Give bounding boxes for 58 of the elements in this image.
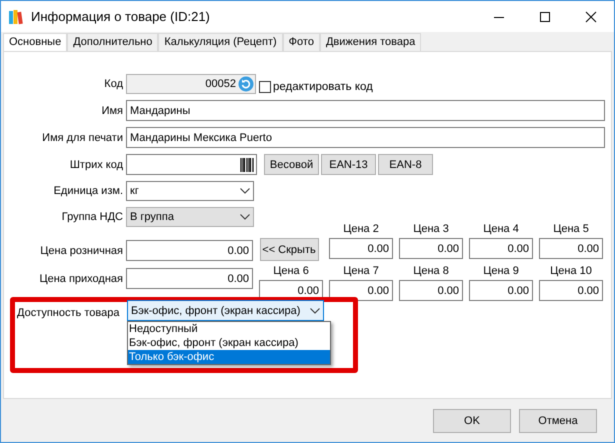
field-label: Цена розничная [39,244,124,256]
price-label: Цена 10 [550,264,592,279]
price-label: Цена 8 [413,264,449,279]
books-icon [8,8,24,24]
checkbox-label: редактировать код [273,80,373,92]
price-label: Цена 9 [483,264,519,279]
print-name-field[interactable]: Мандарины Мексика Puerto [126,127,605,148]
dropdown-option[interactable]: Только бэк-офис [128,350,330,364]
price-field[interactable]: 0.00 [399,238,463,259]
retail-price-field[interactable]: 0.00 [126,240,253,261]
price-label: Цена 5 [553,222,589,237]
price-field[interactable]: 0.00 [329,238,393,259]
barcode-icon [240,156,254,172]
price-label: Цена 2 [343,222,379,237]
chevron-icon [240,214,250,220]
chevron-icon [310,308,320,314]
barcode-type-button[interactable]: Весовой [264,154,319,175]
price-field[interactable]: 0.00 [469,280,533,301]
code-field[interactable]: 00052 [126,74,256,94]
field-label: Доступность товара [17,307,120,321]
field-label: Имя [100,104,124,116]
field-label: Код [103,78,124,90]
barcode-field[interactable] [126,154,257,175]
price-label: Цена 4 [483,222,519,237]
barcode-type-button[interactable]: EAN-8 [378,154,433,175]
price-field[interactable]: 0.00 [469,238,533,259]
purchase-price-field[interactable]: 0.00 [126,268,253,289]
name-field[interactable]: Мандарины [126,100,605,121]
availability-dropdown[interactable]: Бэк-офис, фронт (экран кассира) [127,300,324,321]
vat-group-dropdown[interactable]: В группа [126,207,254,227]
price-field[interactable]: 0.00 [539,238,603,259]
price-field[interactable]: 0.00 [539,280,603,301]
tab[interactable]: Движения товара [320,33,422,51]
cancel-button[interactable]: Отмена [519,408,597,432]
price-label: Цена 3 [413,222,449,237]
tab[interactable]: Основные [3,33,68,51]
barcode-type-button[interactable]: EAN-13 [321,154,376,175]
field-label: Цена приходная [38,272,124,284]
dropdown-option[interactable]: Недоступный [128,322,330,336]
checkbox[interactable] [259,80,271,92]
price-label: Цена 7 [343,264,379,279]
ok-button[interactable]: OK [433,408,511,432]
field-label: Единица изм. [52,185,124,197]
hide-button[interactable]: << Скрыть [260,238,318,261]
price-field[interactable]: 0.00 [399,280,463,301]
field-label: Штрих код [68,158,124,170]
window-title: Информация о товаре (ID:21) [31,9,210,24]
price-label: Цена 6 [273,264,309,279]
tab[interactable]: Фото [282,33,320,51]
refresh-icon[interactable] [238,76,254,92]
field-label: Имя для печати [41,132,124,144]
unit-dropdown[interactable]: кг [126,181,254,201]
chevron-icon [240,188,250,194]
tab[interactable]: Калькуляция (Рецепт) [158,33,283,51]
dropdown-option[interactable]: Бэк-офис, фронт (экран кассира) [128,336,330,350]
price-field[interactable]: 0.00 [329,280,393,301]
field-label: Группа НДС [60,211,124,223]
tab[interactable]: Дополнительно [67,33,158,51]
